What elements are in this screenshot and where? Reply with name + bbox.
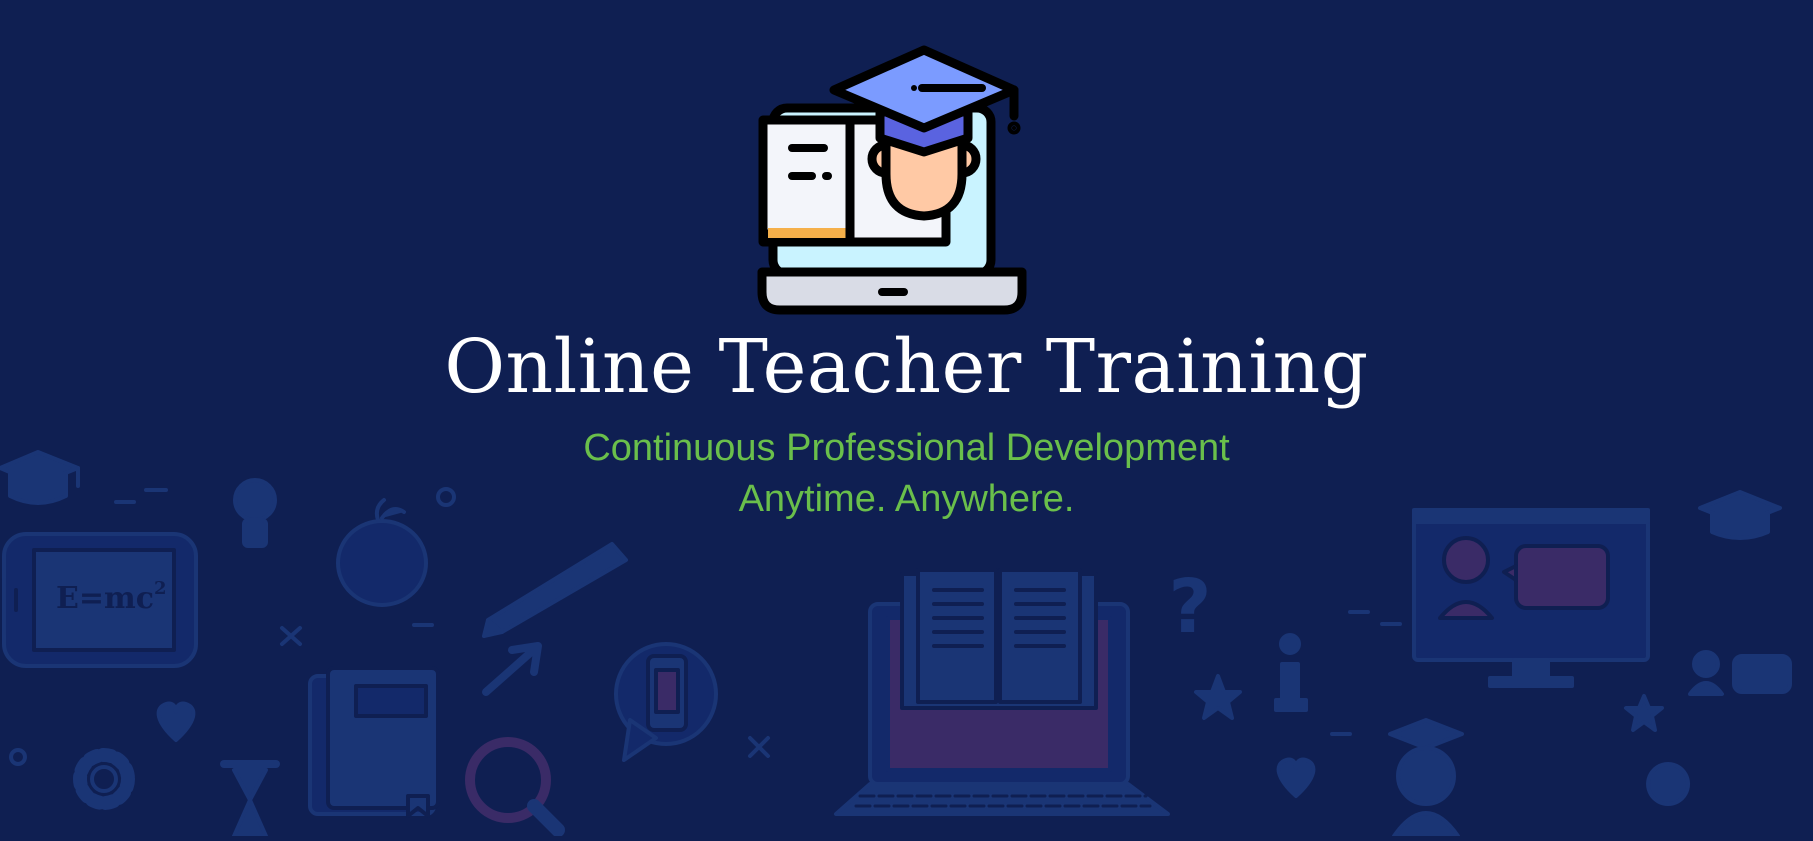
online-teacher-logo-icon [754,44,1030,316]
hero: Online Teacher Training Continuous Profe… [0,0,1813,836]
page-title: Online Teacher Training [444,324,1369,410]
subtitle-line-1: Continuous Professional Development [583,427,1230,469]
subtitle-line-2: Anytime. Anywhere. [738,478,1075,520]
